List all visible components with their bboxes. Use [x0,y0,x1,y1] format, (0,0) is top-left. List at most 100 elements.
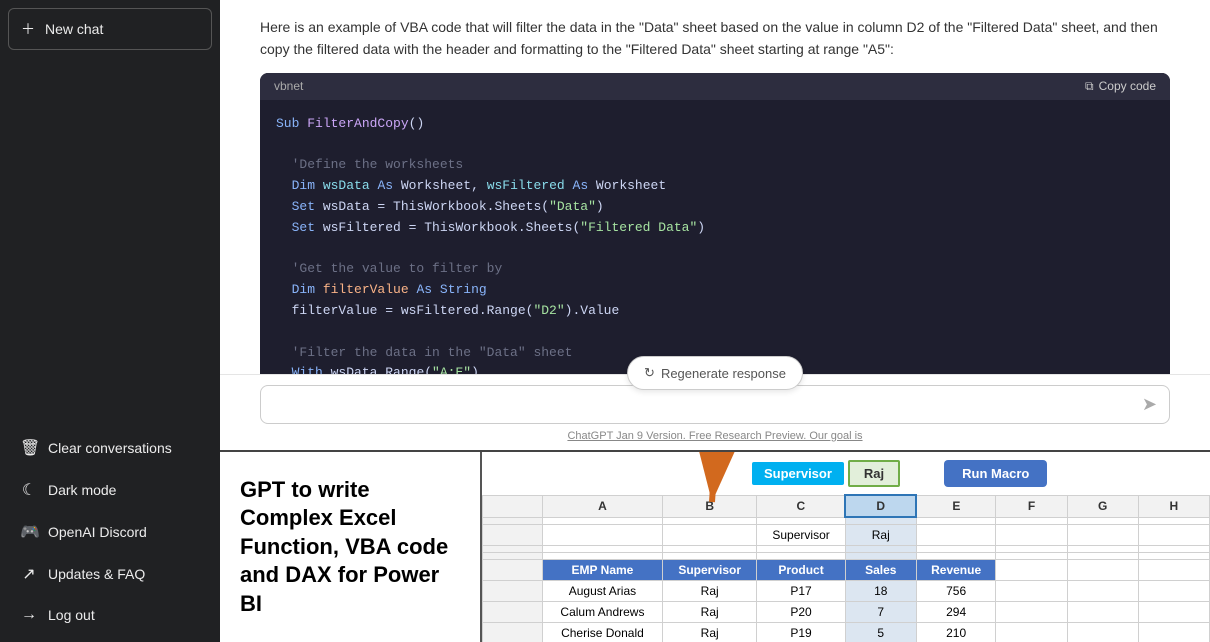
table-row[interactable] [845,553,916,560]
table-row[interactable] [1067,602,1138,623]
table-row[interactable]: P19 [757,623,845,642]
refresh-icon: ↻ [644,365,655,381]
table-row[interactable]: August Arias [543,581,663,602]
table-row[interactable] [543,553,663,560]
table-row [483,623,543,642]
table-row[interactable] [1067,560,1138,581]
table-row[interactable] [543,517,663,525]
run-macro-button[interactable]: Run Macro [944,460,1047,487]
table-row[interactable]: 210 [916,623,996,642]
table-row[interactable] [916,553,996,560]
table-row[interactable] [996,581,1067,602]
table-row[interactable]: Supervisor [757,525,845,546]
table-row[interactable] [757,517,845,525]
table-row[interactable] [845,517,916,525]
table-row[interactable] [916,525,996,546]
table-row[interactable]: 294 [916,602,996,623]
table-row[interactable]: EMP Name [543,560,663,581]
col-header-b: B [662,495,757,517]
table-row[interactable]: Revenue [916,560,996,581]
new-chat-button[interactable]: ＋ New chat [8,8,212,50]
table-row[interactable] [1067,623,1138,642]
message-input[interactable] [273,397,1142,413]
table-row[interactable]: 18 [845,581,916,602]
table-row[interactable]: Sales [845,560,916,581]
table-row[interactable]: 5 [845,623,916,642]
new-chat-label: New chat [45,21,103,37]
table-row[interactable] [1138,517,1209,525]
table-row[interactable]: Raj [662,623,757,642]
table-row[interactable] [996,517,1067,525]
main-area: Here is an example of VBA code that will… [220,0,1210,642]
table-row[interactable] [662,525,757,546]
table-row[interactable]: Raj [845,525,916,546]
table-row[interactable]: Supervisor [662,560,757,581]
table-row[interactable] [662,553,757,560]
table-row[interactable]: Product [757,560,845,581]
table-row[interactable]: 756 [916,581,996,602]
table-row[interactable] [543,525,663,546]
col-header-h: H [1138,495,1209,517]
table-row[interactable] [916,546,996,553]
table-row[interactable] [996,525,1067,546]
table-row[interactable] [1138,560,1209,581]
regenerate-button[interactable]: ↻ Regenerate response [627,356,803,390]
table-row[interactable]: Raj [662,602,757,623]
table-row[interactable] [996,546,1067,553]
table-row[interactable] [916,517,996,525]
copy-code-button[interactable]: ⧉ Copy code [1085,79,1156,94]
message-input-box: ➤ [260,385,1170,424]
sidebar-item-logout[interactable]: → Log out [8,596,212,634]
sidebar-item-updates[interactable]: ↗ Updates & FAQ [8,554,212,594]
regenerate-label: Regenerate response [661,366,786,381]
footer-text: ChatGPT Jan 9 Version. Free Research Pre… [260,430,1170,442]
table-row[interactable] [996,602,1067,623]
clear-conversations-label: Clear conversations [48,440,172,456]
col-header-e: E [916,495,996,517]
external-link-icon: ↗ [20,564,38,584]
table-row[interactable] [1067,517,1138,525]
table-row [483,517,543,525]
table-row[interactable] [996,553,1067,560]
table-row[interactable]: P17 [757,581,845,602]
table-row[interactable] [996,623,1067,642]
code-block-header: vbnet ⧉ Copy code [260,73,1170,100]
send-icon: ➤ [1142,394,1157,414]
table-row[interactable]: P20 [757,602,845,623]
table-row[interactable] [1138,581,1209,602]
raj-cell[interactable]: Raj [848,460,900,487]
table-row [483,602,543,623]
excel-grid: A B C D E F G H SupervisorRajEMP NameSup… [482,494,1210,642]
table-row [483,581,543,602]
table-row[interactable] [1067,546,1138,553]
table-row[interactable] [1138,546,1209,553]
col-header-g: G [1067,495,1138,517]
table-row[interactable] [543,546,663,553]
table-row[interactable] [757,553,845,560]
table-row[interactable] [662,517,757,525]
table-row[interactable] [757,546,845,553]
table-row[interactable] [996,560,1067,581]
table-row[interactable] [662,546,757,553]
discord-label: OpenAI Discord [48,524,147,540]
table-row[interactable]: Cherise Donald [543,623,663,642]
table-row[interactable] [1067,581,1138,602]
sidebar-item-clear[interactable]: 🗑 Clear conversations [8,428,212,468]
footer-link[interactable]: ChatGPT Jan 9 Version. Free Research Pre… [567,430,862,442]
table-row[interactable]: 7 [845,602,916,623]
sidebar-item-discord[interactable]: 🎮 OpenAI Discord [8,512,212,552]
table-row[interactable]: Calum Andrews [543,602,663,623]
table-row[interactable] [1138,602,1209,623]
copy-icon: ⧉ [1085,79,1094,94]
table-row[interactable] [1138,553,1209,560]
table-row[interactable] [845,546,916,553]
table-row[interactable] [1067,525,1138,546]
updates-label: Updates & FAQ [48,566,145,582]
table-row[interactable] [1138,623,1209,642]
table-row[interactable] [1138,525,1209,546]
bottom-section: GPT to write Complex Excel Function, VBA… [220,450,1210,642]
send-button[interactable]: ➤ [1142,394,1157,415]
sidebar-item-dark[interactable]: ☾ Dark mode [8,470,212,510]
table-row[interactable] [1067,553,1138,560]
table-row[interactable]: Raj [662,581,757,602]
